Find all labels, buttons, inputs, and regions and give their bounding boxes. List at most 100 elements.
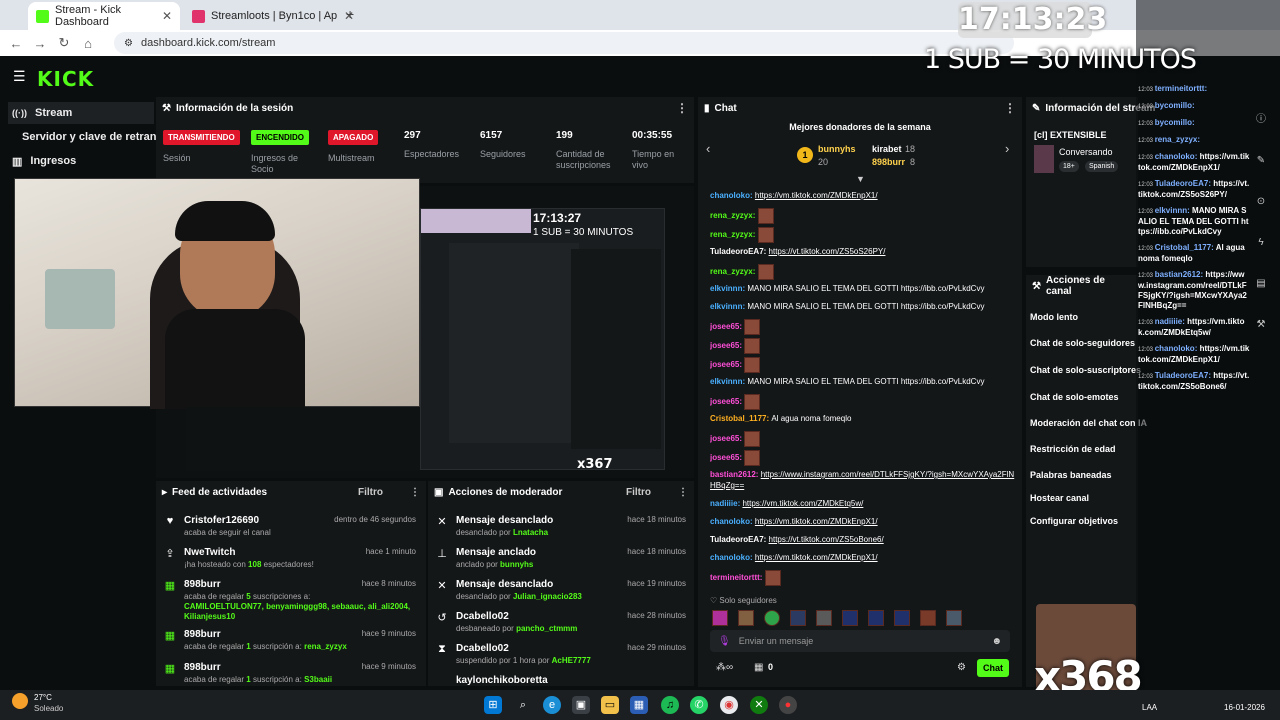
emote-icon[interactable] bbox=[816, 610, 832, 626]
action-age-restriction[interactable]: Restricción de edad bbox=[1030, 444, 1116, 454]
mic-icon[interactable]: 🎙 bbox=[718, 636, 731, 647]
kick-logo[interactable]: KICK bbox=[37, 67, 94, 91]
more-options-icon[interactable]: ⋮ bbox=[410, 487, 420, 498]
whatsapp-icon[interactable]: ✆ bbox=[690, 696, 708, 714]
send-chat-button[interactable]: Chat bbox=[977, 659, 1009, 677]
next-arrow-icon[interactable]: › bbox=[1005, 141, 1009, 156]
mod-user[interactable]: Lnatacha bbox=[513, 528, 548, 537]
filter-button[interactable]: Filtro bbox=[358, 487, 383, 498]
chat-username[interactable]: josee65: bbox=[710, 341, 744, 350]
calendar-icon[interactable]: ▦ bbox=[630, 696, 648, 714]
emote-icon[interactable] bbox=[790, 610, 806, 626]
chat-username[interactable]: chanoloko: bbox=[710, 191, 755, 200]
language-indicator[interactable]: LAA bbox=[1142, 703, 1157, 712]
donor-name[interactable]: 898burr bbox=[872, 157, 905, 167]
emote-icon[interactable] bbox=[712, 610, 728, 626]
reload-icon[interactable]: ↻ bbox=[52, 35, 76, 51]
chat-username[interactable]: TuladeoroEA7: bbox=[710, 247, 769, 256]
chat-username[interactable]: Cristobal_1177: bbox=[710, 414, 771, 423]
chat-username[interactable]: josee65: bbox=[710, 434, 744, 443]
chat-username[interactable]: nadiiiie: bbox=[710, 499, 742, 508]
collapse-icon[interactable]: ▼ bbox=[856, 174, 865, 184]
more-options-icon[interactable]: ⋮ bbox=[678, 487, 688, 498]
emote-icon[interactable] bbox=[894, 610, 910, 626]
filter-button[interactable]: Filtro bbox=[626, 487, 651, 498]
chrome-icon[interactable]: ◉ bbox=[720, 696, 738, 714]
donor-name[interactable]: bunnyhs bbox=[818, 144, 856, 154]
info-icon[interactable]: ⓘ bbox=[1256, 110, 1266, 125]
action-banned-words[interactable]: Palabras baneadas bbox=[1030, 470, 1112, 480]
tab-kick-dashboard[interactable]: Stream - Kick Dashboard ✕ bbox=[28, 2, 180, 30]
mod-user[interactable]: Julian_ignacio283 bbox=[513, 592, 582, 601]
chat-username[interactable]: termineitorttt: bbox=[710, 573, 765, 582]
list-icon[interactable]: ▤ bbox=[1256, 278, 1265, 289]
gift-icon[interactable]: ▦ bbox=[754, 662, 763, 673]
home-icon[interactable]: ⌂ bbox=[76, 36, 100, 51]
chat-username[interactable]: bastian2612: bbox=[710, 470, 761, 479]
weather-icon[interactable] bbox=[12, 693, 28, 709]
chat-username[interactable]: josee65: bbox=[710, 360, 744, 369]
chat-username[interactable]: josee65: bbox=[710, 322, 744, 331]
emote-icon[interactable] bbox=[946, 610, 962, 626]
chat-username[interactable]: TuladeoroEA7: bbox=[710, 535, 769, 544]
chat-username[interactable]: rena_zyzyx: bbox=[710, 267, 758, 276]
chat-username[interactable]: elkvinnn: bbox=[710, 377, 747, 386]
action-set-goals[interactable]: Configurar objetivos bbox=[1030, 516, 1118, 526]
chat-text[interactable]: https://vm.tiktok.com/ZMDkEnpX1/ bbox=[755, 553, 878, 562]
chat-username[interactable]: rena_zyzyx: bbox=[710, 230, 758, 239]
sidebar-item-server-key[interactable]: Servidor y clave de retransm bbox=[8, 126, 172, 148]
emoji-icon[interactable]: ☻ bbox=[991, 636, 1002, 647]
more-options-icon[interactable]: ⋮ bbox=[676, 101, 688, 115]
menu-icon[interactable]: ☰ bbox=[13, 68, 26, 85]
site-info-icon[interactable]: ⚙ bbox=[124, 38, 133, 49]
chat-text[interactable]: https://vt.tiktok.com/ZS5oS26PY/ bbox=[769, 247, 886, 256]
mod-user[interactable]: bunnyhs bbox=[500, 560, 533, 569]
chat-username[interactable]: josee65: bbox=[710, 397, 744, 406]
mod-user[interactable]: pancho_ctmmm bbox=[516, 624, 577, 633]
chat-username[interactable]: chanoloko: bbox=[710, 553, 755, 562]
more-options-icon[interactable]: ⋮ bbox=[1004, 101, 1016, 115]
emote-icon[interactable] bbox=[920, 610, 936, 626]
emote-icon[interactable] bbox=[868, 610, 884, 626]
chat-text[interactable]: https://vm.tiktok.com/ZMDkEnpX1/ bbox=[755, 517, 878, 526]
chat-text[interactable]: MANO MIRA SALIO EL TEMA DEL GOTTI https:… bbox=[747, 284, 984, 293]
emote-icon[interactable] bbox=[842, 610, 858, 626]
tab-streamloots[interactable]: Streamloots | Byn1co | Apóyame ✕ bbox=[184, 2, 362, 30]
action-ai-moderation[interactable]: Moderación del chat con IA bbox=[1030, 418, 1147, 428]
chat-text[interactable]: https://vm.tiktok.com/ZMDkEtq5w/ bbox=[742, 499, 863, 508]
chat-text[interactable]: MANO MIRA SALIO EL TEMA DEL GOTTI https:… bbox=[747, 302, 984, 311]
chat-username[interactable]: elkvinnn: bbox=[710, 284, 747, 293]
donor-name[interactable]: kirabet bbox=[872, 144, 902, 154]
emote-icon[interactable] bbox=[764, 610, 780, 626]
chat-username[interactable]: elkvinnn: bbox=[710, 302, 747, 311]
edge-icon[interactable]: e bbox=[543, 696, 561, 714]
forward-icon[interactable]: → bbox=[28, 36, 52, 51]
pencil-icon[interactable]: ✎ bbox=[1257, 155, 1265, 166]
chat-username[interactable]: rena_zyzyx: bbox=[710, 211, 758, 220]
mod-user[interactable]: AcHE7777 bbox=[552, 656, 591, 665]
emote-icon[interactable] bbox=[738, 610, 754, 626]
url-field[interactable]: ⚙ dashboard.kick.com/stream bbox=[114, 32, 1014, 54]
search-icon[interactable]: ⌕ bbox=[514, 696, 532, 714]
action-slow-mode[interactable]: Modo lento bbox=[1030, 312, 1078, 322]
prev-arrow-icon[interactable]: ‹ bbox=[706, 141, 710, 156]
sidebar-item-stream[interactable]: ((·)) Stream bbox=[8, 102, 154, 124]
target-icon[interactable]: ⊙ bbox=[1257, 196, 1265, 207]
action-subs-only[interactable]: Chat de solo-suscriptores bbox=[1030, 365, 1141, 375]
chat-text[interactable]: https://vt.tiktok.com/ZS5oBone6/ bbox=[769, 535, 884, 544]
obs-icon[interactable]: ● bbox=[779, 696, 797, 714]
chat-username[interactable]: josee65: bbox=[710, 453, 744, 462]
action-emotes-only[interactable]: Chat de solo-emotes bbox=[1030, 392, 1119, 402]
chat-username[interactable]: chanoloko: bbox=[710, 517, 755, 526]
points-icon[interactable]: ⁂∞ bbox=[716, 662, 733, 673]
spotify-icon[interactable]: ♫ bbox=[661, 696, 679, 714]
xbox-icon[interactable]: ✕ bbox=[750, 696, 768, 714]
sidebar-item-income[interactable]: ▥ Ingresos bbox=[8, 150, 154, 172]
new-tab-icon[interactable]: + bbox=[346, 6, 354, 22]
folder-icon[interactable]: ▭ bbox=[601, 696, 619, 714]
close-tab-icon[interactable]: ✕ bbox=[162, 9, 172, 23]
start-icon[interactable]: ⊞ bbox=[484, 696, 502, 714]
chat-input[interactable]: 🎙 Enviar un mensaje ☻ bbox=[710, 630, 1010, 652]
chat-text[interactable]: MANO MIRA SALIO EL TEMA DEL GOTTI https:… bbox=[747, 377, 984, 386]
action-followers-only[interactable]: Chat de solo-seguidores bbox=[1030, 338, 1135, 348]
